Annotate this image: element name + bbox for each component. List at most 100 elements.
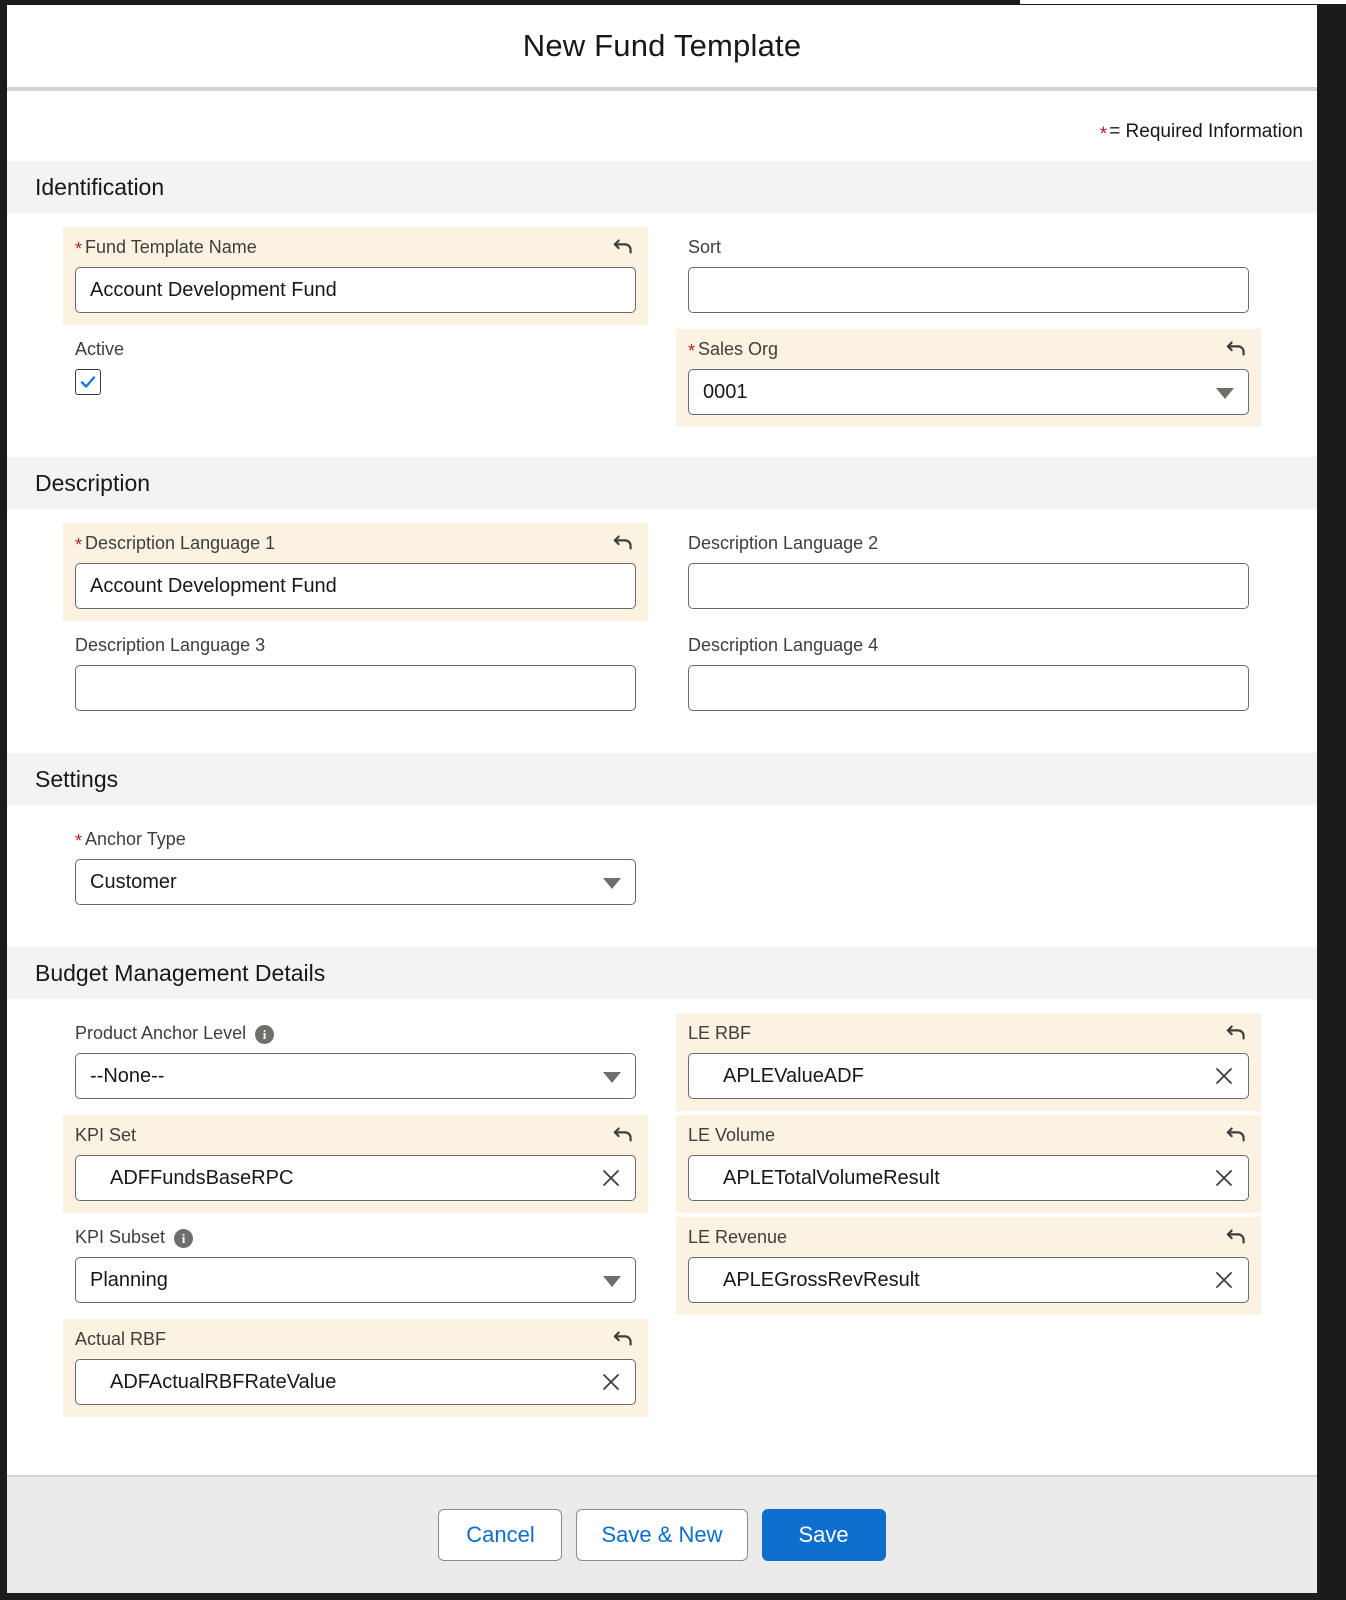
clear-icon[interactable] xyxy=(599,1370,623,1394)
label-text: LE Volume xyxy=(688,1125,776,1146)
section-title: Settings xyxy=(35,765,119,792)
field-description-language-3: Description Language 3 xyxy=(63,625,648,723)
budget-left-column: Product Anchor Level i --None-- KPI Set xyxy=(49,1013,662,1421)
info-icon[interactable]: i xyxy=(174,1228,194,1248)
required-asterisk: * xyxy=(1099,124,1108,145)
required-asterisk: * xyxy=(75,535,83,556)
field-label-le-rbf: LE RBF xyxy=(688,1023,1249,1045)
field-label-sort: Sort xyxy=(688,237,1249,259)
le-revenue-value: APLEGrossRevResult xyxy=(723,1268,920,1291)
label-text: Actual RBF xyxy=(75,1329,167,1350)
section-header-budget-management-details: Budget Management Details xyxy=(7,947,1317,999)
required-asterisk: * xyxy=(688,341,696,362)
identification-left-column: * Fund Template Name Account Development… xyxy=(49,227,662,431)
label-text: KPI Subset xyxy=(75,1227,166,1248)
kpi-set-lookup[interactable]: ADFFundsBaseRPC xyxy=(75,1155,636,1201)
section-body-description: * Description Language 1 Account Develop… xyxy=(7,509,1317,753)
le-volume-value: APLETotalVolumeResult xyxy=(723,1166,940,1189)
budget-right-column: LE RBF APLEValueADF LE Volume APLETotalV… xyxy=(662,1013,1275,1421)
field-description-language-4: Description Language 4 xyxy=(676,625,1261,723)
section-header-settings: Settings xyxy=(7,753,1317,805)
sort-input[interactable] xyxy=(688,267,1249,313)
save-and-new-button[interactable]: Save & New xyxy=(576,1509,748,1561)
section-header-identification: Identification xyxy=(7,161,1317,213)
description-language-4-input[interactable] xyxy=(688,665,1249,711)
field-label-description-language-2: Description Language 2 xyxy=(688,533,1249,555)
undo-icon[interactable] xyxy=(1223,1019,1249,1045)
fund-template-name-input[interactable]: Account Development Fund xyxy=(75,267,636,313)
undo-icon[interactable] xyxy=(610,233,636,259)
screen-backdrop: New Fund Template * = Required Informatio… xyxy=(0,0,1346,1600)
le-rbf-value: APLEValueADF xyxy=(723,1064,864,1087)
description-language-1-input[interactable]: Account Development Fund xyxy=(75,563,636,609)
backdrop-notch xyxy=(1020,0,1346,4)
fund-template-name-value: Account Development Fund xyxy=(90,278,337,301)
undo-icon[interactable] xyxy=(1223,335,1249,361)
label-text: Product Anchor Level xyxy=(75,1023,247,1044)
chevron-down-icon xyxy=(603,1072,621,1083)
label-text: Active xyxy=(75,339,125,360)
field-label-le-revenue: LE Revenue xyxy=(688,1227,1249,1249)
actual-rbf-lookup[interactable]: ADFActualRBFRateValue xyxy=(75,1359,636,1405)
section-header-description: Description xyxy=(7,457,1317,509)
chevron-down-icon xyxy=(603,878,621,889)
label-text: Anchor Type xyxy=(85,829,186,850)
field-label-product-anchor-level: Product Anchor Level i xyxy=(75,1023,636,1045)
anchor-type-value: Customer xyxy=(90,870,177,893)
label-text: Sales Org xyxy=(698,339,779,360)
undo-icon[interactable] xyxy=(1223,1223,1249,1249)
label-text: Description Language 4 xyxy=(688,635,879,656)
sales-org-select[interactable]: 0001 xyxy=(688,369,1249,415)
label-text: Description Language 2 xyxy=(688,533,879,554)
field-kpi-subset: KPI Subset i Planning xyxy=(63,1217,648,1315)
cancel-button[interactable]: Cancel xyxy=(438,1509,563,1561)
identification-right-column: Sort * Sales Org 0001 xyxy=(662,227,1275,431)
section-title: Description xyxy=(35,469,151,496)
label-text: LE RBF xyxy=(688,1023,752,1044)
field-active: Active xyxy=(63,329,648,407)
product-anchor-level-select[interactable]: --None-- xyxy=(75,1053,636,1099)
description-left-column: * Description Language 1 Account Develop… xyxy=(49,523,662,727)
section-title: Identification xyxy=(35,173,165,200)
required-asterisk: * xyxy=(75,239,83,260)
active-checkbox[interactable] xyxy=(75,369,101,395)
new-fund-template-modal: New Fund Template * = Required Informatio… xyxy=(7,5,1317,1593)
description-language-2-input[interactable] xyxy=(688,563,1249,609)
description-language-3-input[interactable] xyxy=(75,665,636,711)
anchor-type-select[interactable]: Customer xyxy=(75,859,636,905)
page-title: New Fund Template xyxy=(522,28,802,63)
le-rbf-lookup[interactable]: APLEValueADF xyxy=(688,1053,1249,1099)
le-volume-lookup[interactable]: APLETotalVolumeResult xyxy=(688,1155,1249,1201)
clear-icon[interactable] xyxy=(1212,1166,1236,1190)
undo-icon[interactable] xyxy=(610,529,636,555)
clear-icon[interactable] xyxy=(599,1166,623,1190)
section-body-identification: * Fund Template Name Account Development… xyxy=(7,213,1317,457)
kpi-subset-select[interactable]: Planning xyxy=(75,1257,636,1303)
field-label-active: Active xyxy=(75,339,636,361)
le-revenue-lookup[interactable]: APLEGrossRevResult xyxy=(688,1257,1249,1303)
section-body-budget-management-details: Product Anchor Level i --None-- KPI Set xyxy=(7,999,1317,1447)
field-label-sales-org: * Sales Org xyxy=(688,339,1249,361)
undo-icon[interactable] xyxy=(610,1121,636,1147)
chevron-down-icon xyxy=(603,1276,621,1287)
field-label-description-language-1: * Description Language 1 xyxy=(75,533,636,555)
required-asterisk: * xyxy=(75,831,83,852)
field-label-actual-rbf: Actual RBF xyxy=(75,1329,636,1351)
field-fund-template-name: * Fund Template Name Account Development… xyxy=(63,227,648,325)
undo-icon[interactable] xyxy=(1223,1121,1249,1147)
info-icon[interactable]: i xyxy=(255,1024,275,1044)
field-description-language-2: Description Language 2 xyxy=(676,523,1261,621)
label-text: Description Language 1 xyxy=(85,533,276,554)
label-text: Sort xyxy=(688,237,722,258)
section-title: Budget Management Details xyxy=(35,959,326,986)
actual-rbf-value: ADFActualRBFRateValue xyxy=(110,1370,337,1393)
undo-icon[interactable] xyxy=(610,1325,636,1351)
check-icon xyxy=(80,376,96,388)
save-button[interactable]: Save xyxy=(761,1509,886,1561)
clear-icon[interactable] xyxy=(1212,1268,1236,1292)
field-le-volume: LE Volume APLETotalVolumeResult xyxy=(676,1115,1261,1213)
field-label-kpi-set: KPI Set xyxy=(75,1125,636,1147)
clear-icon[interactable] xyxy=(1212,1064,1236,1088)
description-right-column: Description Language 2 Description Langu… xyxy=(662,523,1275,727)
kpi-set-value: ADFFundsBaseRPC xyxy=(110,1166,294,1189)
